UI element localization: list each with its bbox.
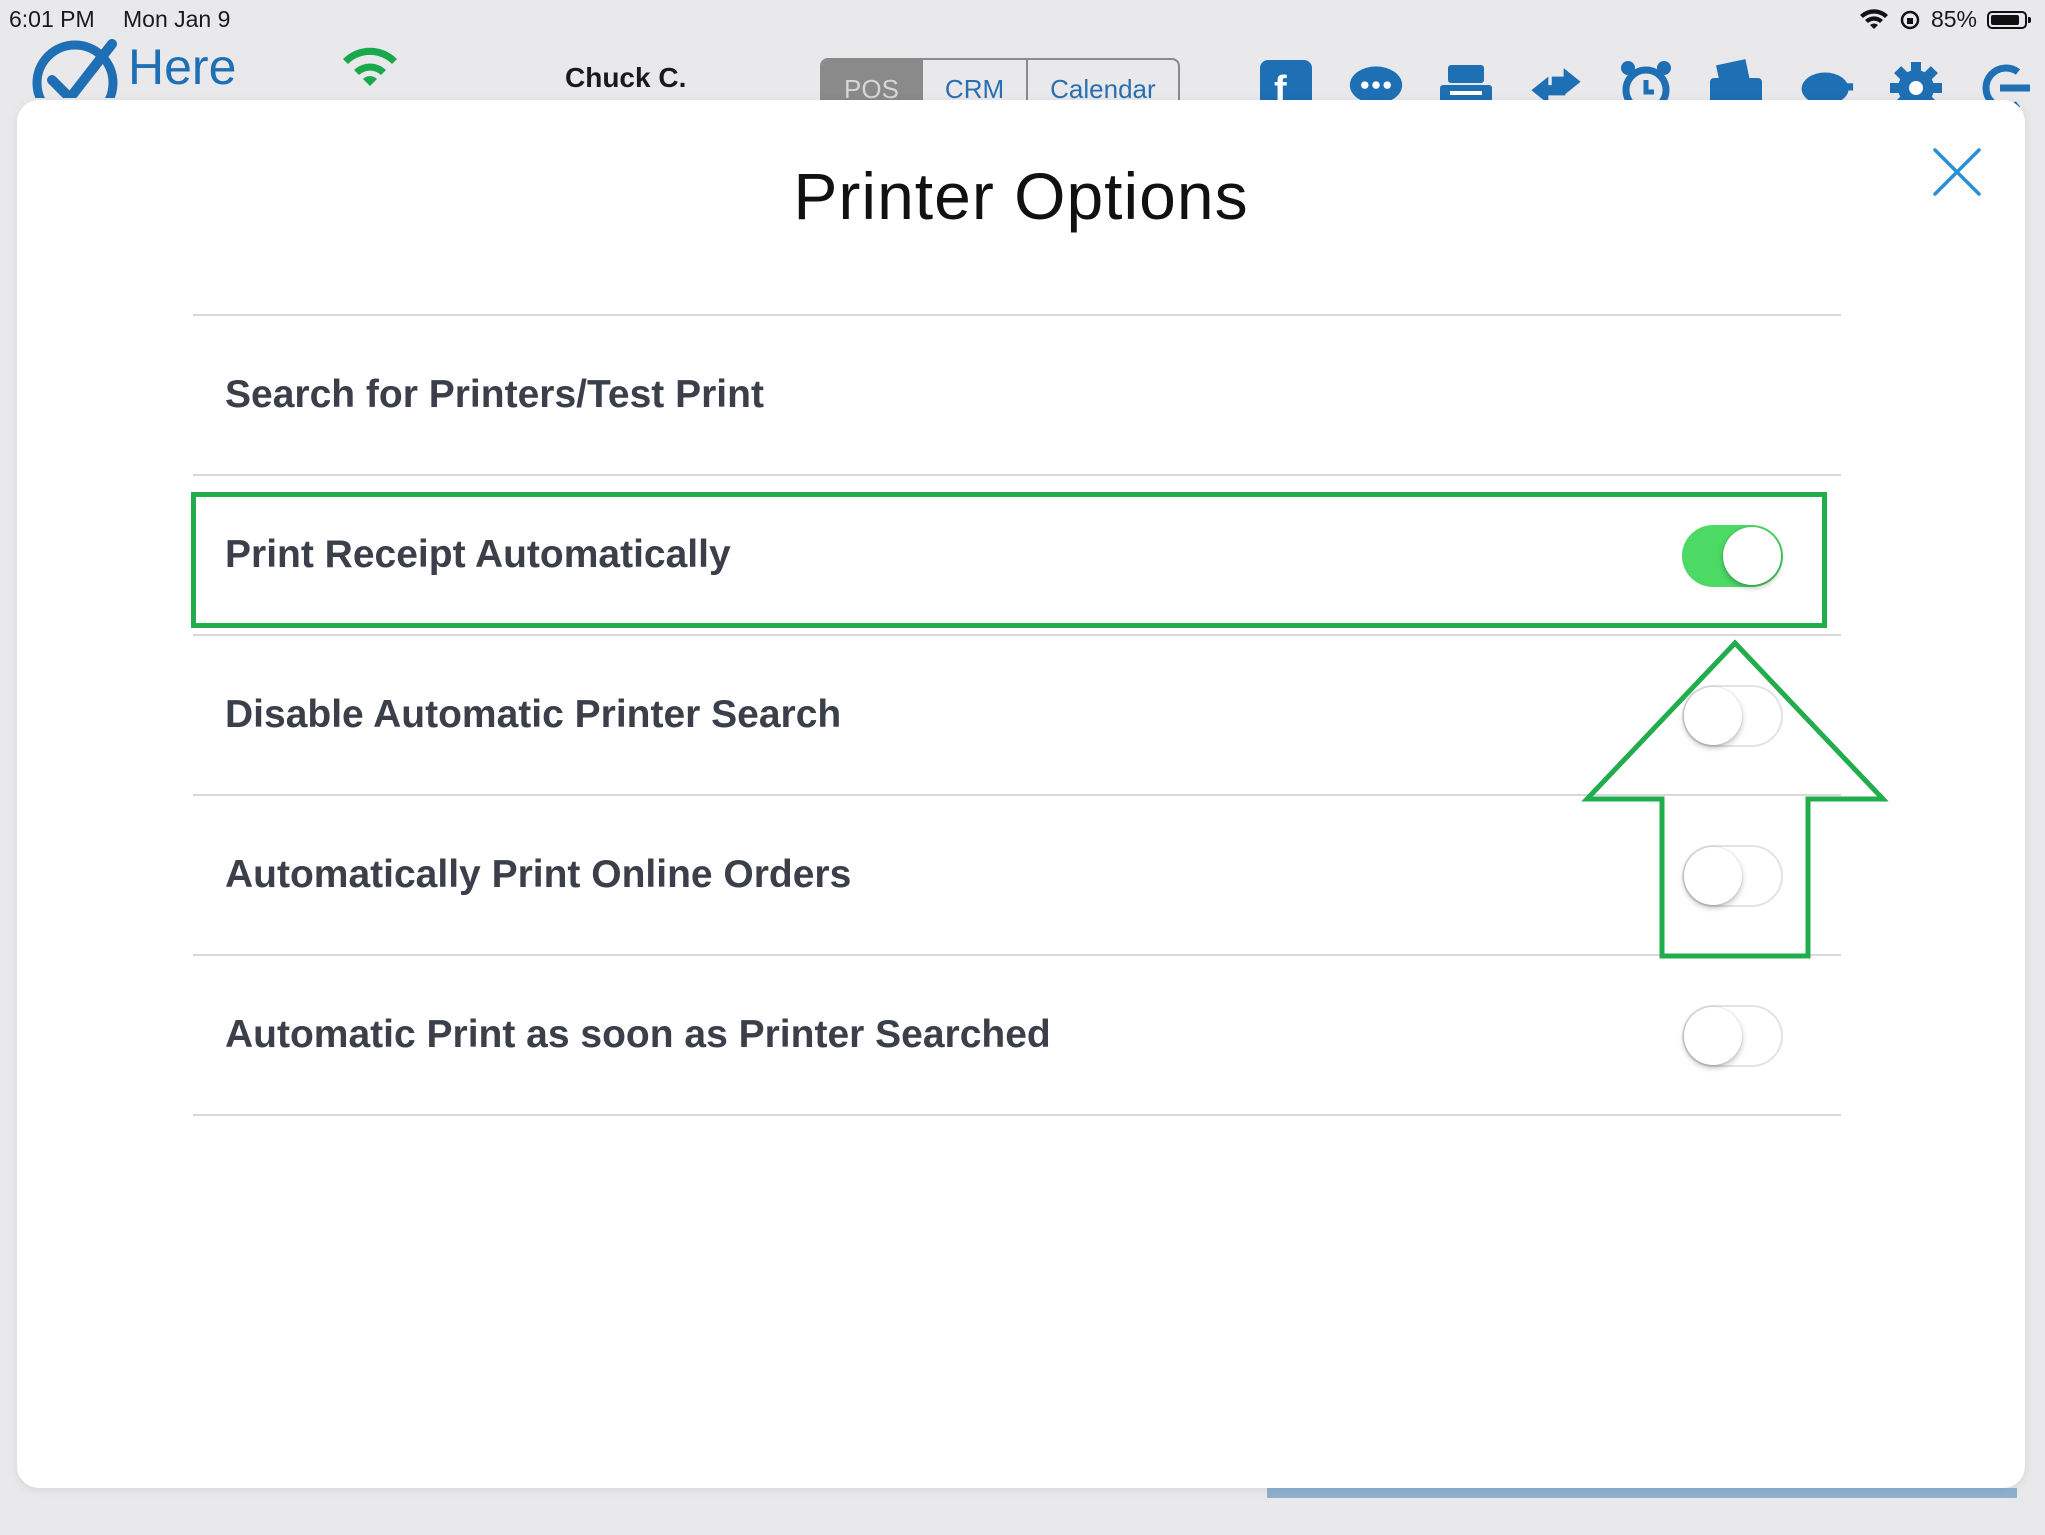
option-disable-printer-search: Disable Automatic Printer Search — [193, 636, 1841, 794]
option-print-receipt-automatically: Print Receipt Automatically — [193, 476, 1841, 634]
connection-status — [340, 46, 400, 93]
toggle-knob — [1684, 1007, 1742, 1065]
option-label: Print Receipt Automatically — [225, 533, 731, 576]
toggle-knob — [1723, 527, 1781, 585]
options-list: Search for Printers/Test Print Print Rec… — [193, 314, 1841, 1116]
option-print-when-searched: Automatic Print as soon as Printer Searc… — [193, 956, 1841, 1114]
print-receipt-toggle[interactable] — [1682, 525, 1783, 587]
divider — [193, 1114, 1841, 1116]
app-header: Here Chuck C. POS CRM Calendar f — [0, 38, 2045, 114]
user-name[interactable]: Chuck C. — [565, 62, 686, 94]
toggle-knob — [1684, 847, 1742, 905]
app-logo[interactable]: Here — [30, 38, 236, 98]
disable-printer-search-toggle[interactable] — [1682, 685, 1783, 747]
modal-title: Printer Options — [793, 159, 1249, 233]
checkmark-logo-icon — [32, 39, 118, 98]
status-time: 6:01 PM — [9, 6, 95, 32]
option-label: Automatically Print Online Orders — [225, 853, 852, 896]
status-bar: 6:01 PM Mon Jan 9 85% — [0, 0, 2045, 40]
option-label: Search for Printers/Test Print — [225, 373, 764, 416]
option-label: Disable Automatic Printer Search — [225, 693, 842, 736]
orientation-lock-icon — [1900, 10, 1920, 29]
printer-options-modal: Printer Options Search for Printers/Test… — [17, 100, 2025, 1488]
option-search-printers[interactable]: Search for Printers/Test Print — [193, 316, 1841, 474]
status-date: Mon Jan 9 — [123, 6, 231, 32]
battery-icon — [1987, 10, 2031, 29]
battery-percent: 85% — [1930, 6, 1977, 32]
toggle-knob — [1684, 687, 1742, 745]
wifi-icon — [1859, 8, 1888, 29]
close-icon — [1933, 148, 1981, 196]
logo-text: Here — [128, 39, 237, 95]
option-print-online-orders: Automatically Print Online Orders — [193, 796, 1841, 954]
print-online-orders-toggle[interactable] — [1682, 845, 1783, 907]
status-indicators: 85% — [1859, 6, 2031, 33]
print-when-searched-toggle[interactable] — [1682, 1005, 1783, 1067]
close-button[interactable] — [1929, 144, 1985, 200]
wifi-connected-icon — [343, 47, 397, 86]
background-bottom-bar — [1267, 1488, 2017, 1498]
option-label: Automatic Print as soon as Printer Searc… — [225, 1013, 1051, 1056]
